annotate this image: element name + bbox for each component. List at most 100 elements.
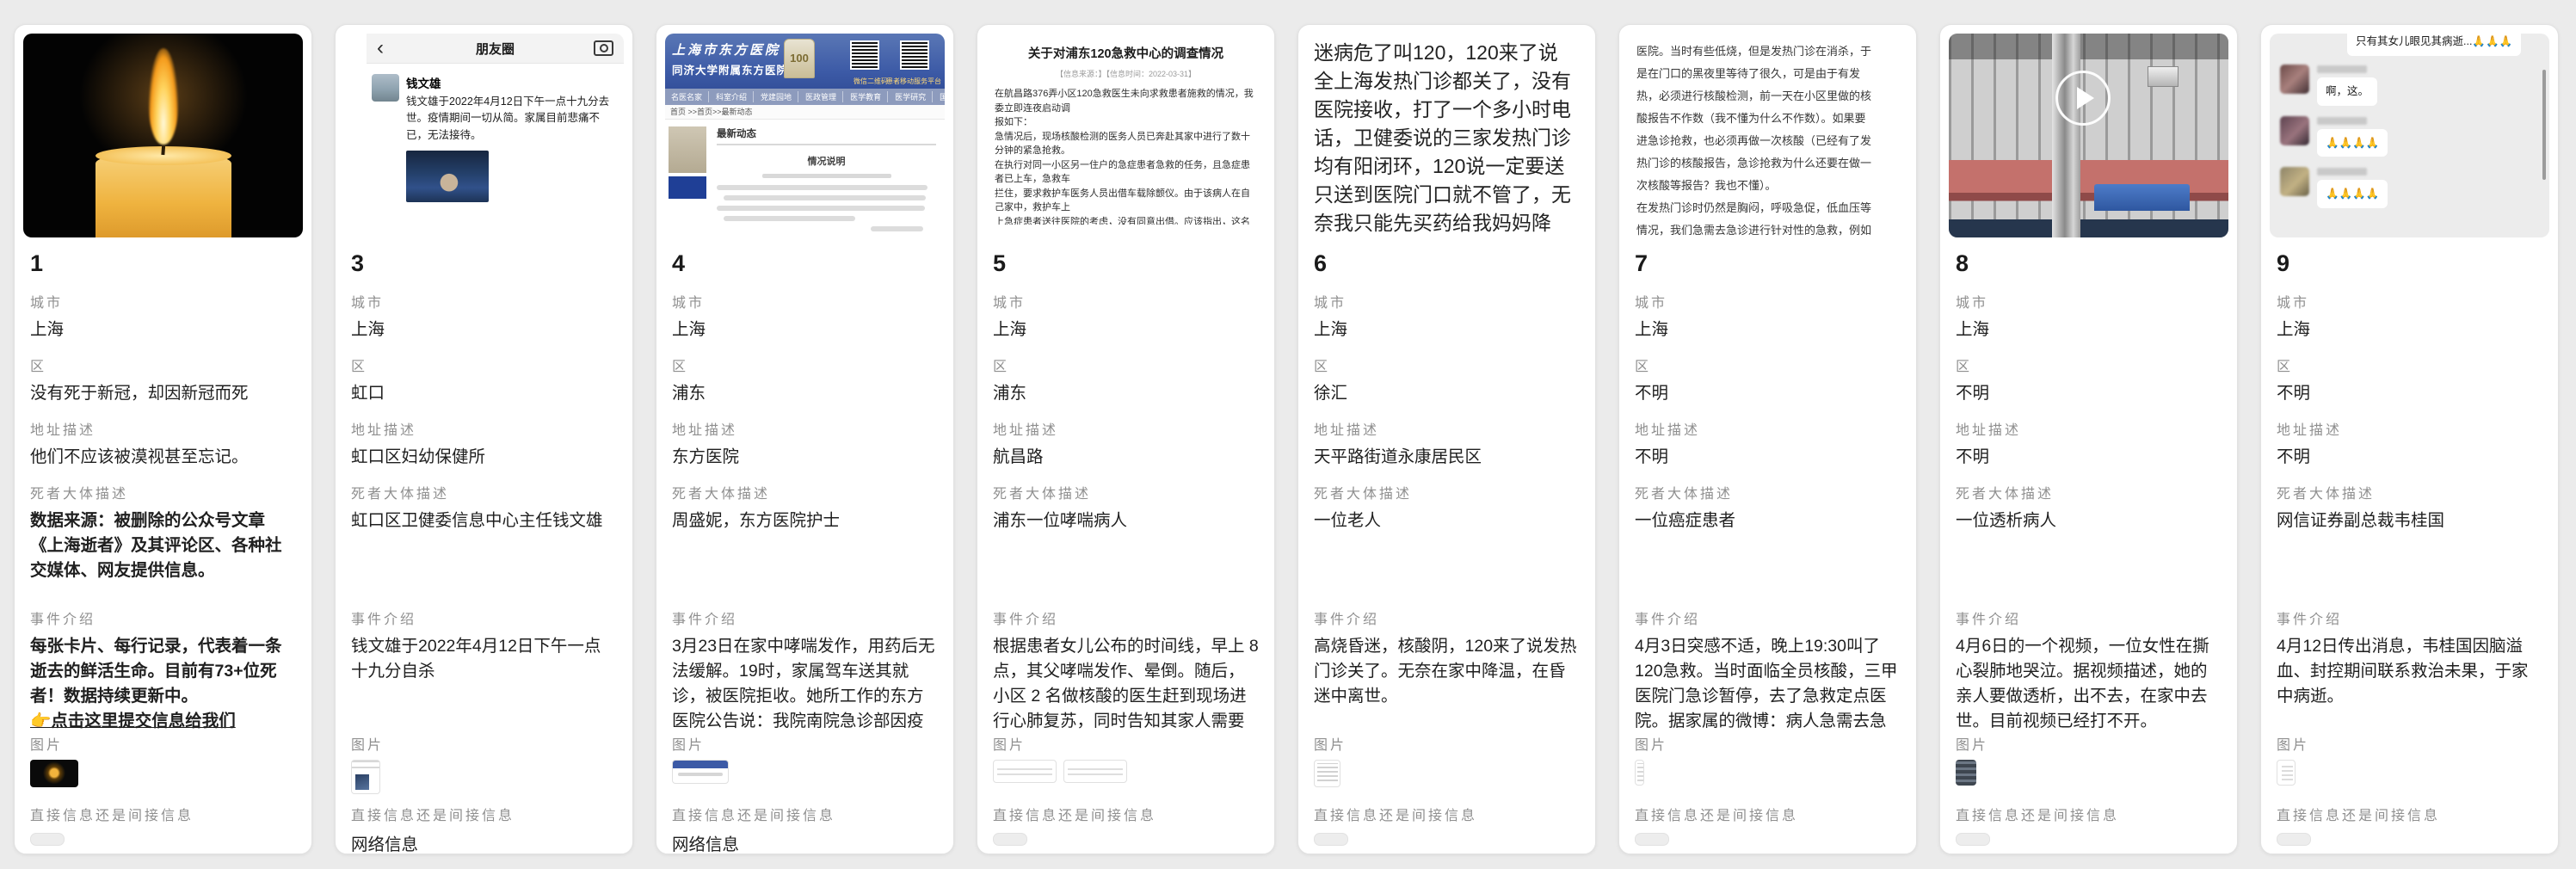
field-label-deceased: 死者大体描述: [1956, 482, 2222, 502]
field-label-image: 图片: [1314, 733, 1580, 754]
chat-message: 只有其女儿眼见其病逝...🙏🙏🙏: [2347, 34, 2521, 56]
post-text: 钱文雄于2022年4月12日下午一点十九分去世。疫情期间一切从简。家属目前悲痛不…: [406, 94, 617, 144]
record-card[interactable]: ‹: [1297, 24, 1596, 854]
field-label-city: 城市: [672, 291, 938, 311]
district-value: 浦东: [672, 381, 938, 406]
avatar: [2280, 167, 2309, 196]
document-title: 关于对浦东120急救中心的调查情况: [995, 44, 1257, 62]
field-label-city: 城市: [993, 291, 1259, 311]
record-card[interactable]: ‹: [2260, 24, 2559, 854]
moments-title: 朋友圈: [367, 40, 624, 58]
screenshot-text: 迷病危了叫120，120来了说 全上海发热门诊都关了，没有 医院接收，打了一个多…: [1314, 39, 1585, 237]
event-value: 4月3日突感不适，晚上19:30叫了120急救。当时面临全员核酸，三甲医院门急诊…: [1635, 637, 1898, 736]
field-label-direct: 直接信息还是间接信息: [1635, 804, 1901, 824]
card-number: 1: [30, 250, 296, 277]
field-label-event: 事件介绍: [1635, 607, 1901, 628]
empty-value-pill: [1956, 833, 1990, 846]
empty-value-pill: [2277, 833, 2311, 846]
empty-value-pill: [993, 833, 1027, 846]
event-value: 4月12日传出消息，韦桂国因脑溢血、封控期间联系救治未果，于家中病逝。: [2277, 637, 2529, 706]
address-value: 东方医院: [672, 445, 938, 470]
blurred-meta-line: [762, 174, 891, 178]
city-value: 上海: [993, 317, 1259, 342]
district-value: 不明: [1956, 381, 2222, 406]
field-label-deceased: 死者大体描述: [672, 482, 938, 502]
field-label-address: 地址描述: [993, 418, 1259, 439]
chat-message: 🙏🙏🙏🙏: [2317, 129, 2388, 157]
address-value: 不明: [2277, 445, 2542, 470]
image-thumbnail[interactable]: [1314, 760, 1340, 787]
image-thumbnail[interactable]: [351, 760, 380, 794]
field-label-deceased: 死者大体描述: [30, 482, 296, 502]
field-label-district: 区: [672, 354, 938, 375]
weibo-text-screenshot: 医院。当时有些低烧，但是发热门诊在消杀，于 是在门口的黑夜里等待了很久，可是由于…: [1628, 34, 1907, 237]
record-header-image[interactable]: ‹: [1949, 34, 2228, 237]
field-label-address: 地址描述: [2277, 418, 2542, 439]
image-thumbnail[interactable]: [30, 760, 78, 787]
record-header-image[interactable]: ‹: [1307, 34, 1587, 237]
record-header-image[interactable]: ‹: [1628, 34, 1907, 237]
field-label-direct: 直接信息还是间接信息: [672, 804, 938, 824]
record-card[interactable]: ‹ 关于对浦东120急救中心的调查情况: [977, 24, 1275, 854]
district-value: 浦东: [993, 381, 1259, 406]
blurred-text-line: [717, 185, 927, 190]
image-thumbnail[interactable]: [672, 760, 729, 784]
record-card[interactable]: ‹ 上海市东方医院 同济大学附属东方医院 100: [656, 24, 954, 854]
field-label-district: 区: [1956, 354, 2222, 375]
deceased-value: 一位癌症患者: [1635, 508, 1901, 533]
record-card[interactable]: ‹: [1618, 24, 1917, 854]
record-header-image[interactable]: ‹ 朋友圈 钱文雄 钱文雄于2022年4月12日下午一点十九分去世。疫情期间一切…: [344, 34, 624, 237]
image-thumbnail[interactable]: [2277, 760, 2296, 786]
field-label-image: 图片: [672, 733, 938, 754]
card-number: 9: [2277, 250, 2542, 277]
record-card[interactable]: ‹ 朋友圈 钱文雄 钱文雄于2022年4月12日下午一点十九分去世。疫情期间一切…: [335, 24, 633, 854]
address-value: 不明: [1635, 445, 1901, 470]
play-button-icon[interactable]: [2055, 71, 2111, 126]
city-value: 上海: [1635, 317, 1901, 342]
blurred-text-line: [717, 206, 925, 211]
field-label-image: 图片: [351, 733, 617, 754]
field-label-direct: 直接信息还是间接信息: [1956, 804, 2222, 824]
city-value: 上海: [672, 317, 938, 342]
camera-icon: [594, 40, 613, 56]
deceased-value: 一位老人: [1314, 508, 1580, 533]
record-header-image[interactable]: ‹ 上海市东方医院 同济大学附属东方医院 100: [665, 34, 945, 237]
event-value: 高烧昏迷，核酸阴，120来了说发热门诊关了。无奈在家中降温，在昏迷中离世。: [1314, 637, 1577, 706]
field-label-city: 城市: [1314, 291, 1580, 311]
chat-scrollbar: [2542, 70, 2546, 180]
record-header-image[interactable]: ‹ 关于对浦东120急救中心的调查情况: [986, 34, 1266, 237]
field-label-district: 区: [351, 354, 617, 375]
record-header-image[interactable]: ‹: [2270, 34, 2549, 237]
post-photo: [406, 151, 489, 202]
field-label-image: 图片: [30, 733, 296, 754]
record-card[interactable]: ‹: [14, 24, 312, 854]
image-thumbnail[interactable]: [1956, 760, 1976, 786]
field-label-image: 图片: [1956, 733, 2222, 754]
video-thumbnail: [1949, 34, 2228, 237]
qr-code: [900, 40, 929, 70]
field-label-event: 事件介绍: [672, 607, 938, 628]
field-label-event: 事件介绍: [2277, 607, 2542, 628]
qr-label: 微信二维码: [854, 77, 888, 86]
record-header-image[interactable]: ‹: [23, 34, 303, 237]
image-thumbnail[interactable]: [993, 760, 1057, 783]
field-label-image: 图片: [993, 733, 1259, 754]
field-label-city: 城市: [30, 291, 296, 311]
field-label-image: 图片: [1635, 733, 1901, 754]
image-thumbnail[interactable]: [1063, 760, 1127, 783]
document-body: 在航昌路376弄小区120急救医生未向求救患者施救的情况，我委立即连夜启动调 报…: [995, 87, 1257, 225]
avatar: [2280, 65, 2309, 94]
field-label-district: 区: [2277, 354, 2542, 375]
submit-info-link[interactable]: 👉点击这里提交信息给我们: [30, 709, 296, 734]
gallery-page: { "page": { "background": "#ebebeb", "ca…: [0, 0, 2576, 869]
image-thumbnail[interactable]: [1635, 760, 1644, 786]
city-value: 上海: [351, 317, 617, 342]
event-value: 4月6日的一个视频，一位女性在撕心裂肺地哭泣。据视频描述，她的亲人要做透析，出不…: [1956, 637, 2209, 730]
record-card[interactable]: ‹: [1939, 24, 2238, 854]
moments-header: ‹ 朋友圈: [367, 34, 624, 64]
blurred-text-line: [724, 195, 926, 200]
field-label-deceased: 死者大体描述: [2277, 482, 2542, 502]
field-label-direct: 直接信息还是间接信息: [351, 804, 617, 824]
district-value: 徐汇: [1314, 381, 1580, 406]
hospital-website-screenshot: 上海市东方医院 同济大学附属东方医院 100 微信二维码 患者移动服务平台 名医…: [665, 34, 945, 237]
